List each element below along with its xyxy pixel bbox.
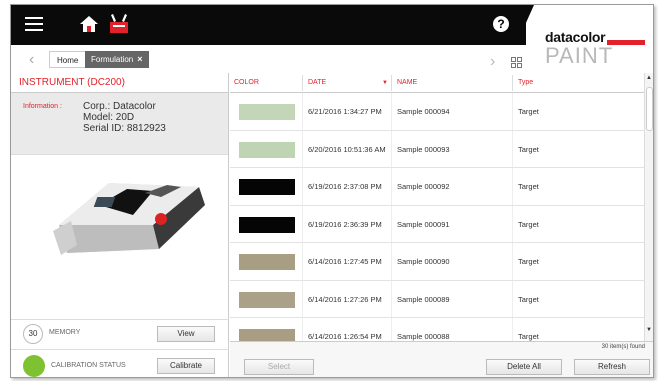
brand-logo: datacolor PAINT	[545, 29, 649, 69]
row-date: 6/14/2016 1:26:54 PM	[308, 332, 382, 341]
calibrate-button[interactable]: Calibrate	[157, 358, 215, 374]
info-serial: Serial ID: 8812923	[83, 123, 166, 134]
row-date: 6/14/2016 1:27:26 PM	[308, 294, 382, 304]
select-button[interactable]: Select	[244, 359, 314, 375]
row-name: Sample 000090	[397, 257, 450, 266]
row-name: Sample 000088	[397, 332, 450, 341]
calibration-label: CALIBRATION STATUS	[51, 362, 126, 369]
row-date: 6/21/2016 1:34:27 PM	[308, 107, 382, 116]
scroll-thumb[interactable]	[646, 87, 653, 131]
table-row[interactable]: 6/14/2016 1:27:45 PM Sample 000090 Target	[230, 243, 644, 281]
help-icon[interactable]: ?	[493, 16, 509, 32]
table-footer: 30 item(s) found Select Delete All Refre…	[230, 341, 653, 377]
info-label: Information :	[23, 103, 62, 110]
scroll-up-icon[interactable]: ▲	[646, 75, 652, 81]
breadcrumb-home[interactable]: Home	[49, 51, 87, 68]
instrument-info: Information : Corp.: Datacolor Model: 20…	[11, 93, 228, 155]
instrument-panel: INSTRUMENT (DC200) Information : Corp.: …	[11, 73, 229, 377]
tools-icon[interactable]	[107, 12, 131, 36]
row-date: 6/20/2016 10:51:36 AM	[308, 144, 386, 154]
calibration-row: CALIBRATION STATUS Calibrate	[11, 349, 229, 377]
table-row[interactable]: 6/19/2016 2:36:39 PM Sample 000091 Target	[230, 205, 644, 243]
info-corp: Corp.: Datacolor	[83, 101, 156, 112]
row-type: Target	[518, 219, 539, 229]
brand-accent-bar	[607, 40, 645, 45]
row-type: Target	[518, 107, 539, 116]
column-name[interactable]: NAME	[397, 73, 417, 93]
product-name: PAINT	[545, 43, 614, 68]
calibration-status-indicator	[23, 355, 45, 377]
row-type: Target	[518, 144, 539, 154]
color-swatch	[239, 104, 295, 120]
table-body: 6/21/2016 1:34:27 PM Sample 000094 Target 6…	[230, 93, 644, 341]
color-swatch	[239, 179, 295, 195]
scroll-down-icon[interactable]: ▼	[646, 327, 652, 333]
home-icon[interactable]	[79, 14, 99, 34]
memory-row: 30 MEMORY View	[11, 319, 229, 347]
view-button[interactable]: View	[157, 326, 215, 342]
column-color[interactable]: COLOR	[234, 73, 259, 93]
table-scrollbar[interactable]: ▲ ▼	[644, 73, 653, 341]
sort-desc-icon[interactable]: ▼	[382, 73, 388, 93]
color-swatch	[239, 141, 295, 158]
table-row[interactable]: 6/21/2016 1:34:27 PM Sample 000094 Target	[230, 93, 644, 131]
column-date[interactable]: DATE	[308, 73, 326, 93]
row-name: Sample 000094	[397, 107, 450, 116]
table-row[interactable]: 6/14/2016 1:26:54 PM Sample 000088 Target	[230, 318, 644, 341]
app-window: ? datacolor PAINT ‹ Home Formulation × › …	[10, 4, 654, 378]
row-type: Target	[518, 294, 539, 304]
info-model: Model: 20D	[83, 112, 135, 123]
close-tab-icon[interactable]: ×	[137, 54, 142, 64]
menu-icon[interactable]	[25, 17, 43, 31]
instrument-device-image	[53, 183, 205, 255]
top-bar: ? datacolor PAINT	[11, 5, 653, 68]
forward-chevron-icon[interactable]: ›	[490, 53, 495, 71]
samples-table: COLOR DATE ▼ NAME Type 6/21/2016 1:34:27…	[230, 73, 644, 341]
refresh-button[interactable]: Refresh	[574, 359, 650, 375]
row-type: Target	[518, 182, 539, 191]
breadcrumb-formulation-label: Formulation	[91, 55, 134, 64]
table-row[interactable]: 6/20/2016 10:51:36 AM Sample 000093 Target	[230, 130, 644, 168]
column-type[interactable]: Type	[518, 73, 533, 93]
row-name: Sample 000092	[397, 182, 450, 191]
instrument-title: INSTRUMENT (DC200)	[11, 73, 228, 93]
row-date: 6/14/2016 1:27:45 PM	[308, 257, 382, 266]
color-swatch	[239, 216, 295, 233]
row-name: Sample 000089	[397, 294, 450, 304]
color-swatch	[239, 254, 295, 270]
breadcrumb-formulation[interactable]: Formulation ×	[85, 51, 149, 68]
color-swatch	[239, 329, 295, 341]
items-found: 30 item(s) found	[601, 344, 645, 350]
breadcrumb: ‹ Home Formulation × ›	[11, 45, 526, 73]
grid-view-icon[interactable]	[511, 57, 522, 68]
delete-all-button[interactable]: Delete All	[486, 359, 562, 375]
memory-count: 30	[23, 324, 43, 344]
back-chevron-icon[interactable]: ‹	[29, 51, 34, 69]
row-date: 6/19/2016 2:37:08 PM	[308, 182, 382, 191]
row-name: Sample 000091	[397, 219, 450, 229]
memory-label: MEMORY	[49, 329, 81, 336]
color-swatch	[239, 291, 295, 308]
row-date: 6/19/2016 2:36:39 PM	[308, 219, 382, 229]
table-header: COLOR DATE ▼ NAME Type	[230, 73, 644, 93]
row-name: Sample 000093	[397, 144, 450, 154]
row-type: Target	[518, 257, 539, 266]
row-type: Target	[518, 332, 539, 341]
table-row[interactable]: 6/19/2016 2:37:08 PM Sample 000092 Target	[230, 168, 644, 206]
table-row[interactable]: 6/14/2016 1:27:26 PM Sample 000089 Target	[230, 280, 644, 318]
